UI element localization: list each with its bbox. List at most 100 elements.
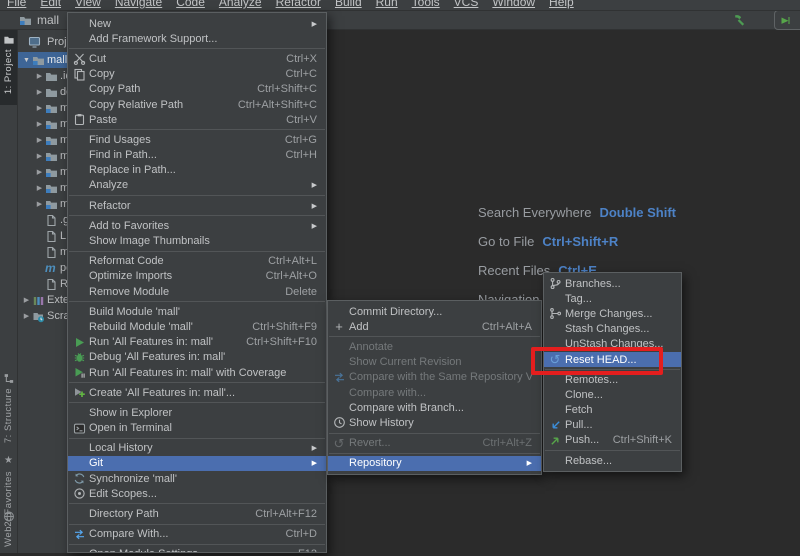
- context-menu-item-run-all-features-in-mall[interactable]: Run 'All Features in: mall'Ctrl+Shift+F1…: [68, 335, 326, 350]
- collapse-arrow-icon[interactable]: ▶: [34, 136, 45, 144]
- context-menu-item-compare-with[interactable]: Compare With...Ctrl+D: [68, 527, 326, 542]
- scopes-icon: [72, 487, 86, 500]
- context-menu-item-open-module-settings[interactable]: Open Module SettingsF12: [68, 547, 326, 553]
- menubar-item-file[interactable]: File: [0, 0, 33, 9]
- context-menu-item-edit-scopes[interactable]: Edit Scopes...: [68, 486, 326, 501]
- create-run-icon: [72, 386, 86, 399]
- menubar-item-run[interactable]: Run: [369, 0, 405, 9]
- hammer-icon: [732, 14, 746, 27]
- context-menu-item-create-all-features-in-mall[interactable]: Create 'All Features in: mall'...: [68, 385, 326, 400]
- collapse-arrow-icon[interactable]: ▶: [21, 312, 32, 320]
- context-menu-item-refactor[interactable]: Refactor▶: [68, 198, 326, 213]
- repo-menu-item-clone[interactable]: Clone...: [544, 387, 681, 402]
- scratch-icon: [32, 310, 47, 323]
- repo-menu-item-stash-changes[interactable]: Stash Changes...: [544, 322, 681, 337]
- context-menu-item-analyze[interactable]: Analyze▶: [68, 178, 326, 193]
- clock-icon: [332, 416, 346, 429]
- context-menu-item-reformat-code[interactable]: Reformat CodeCtrl+Alt+L: [68, 254, 326, 269]
- stripe-project-tab[interactable]: 1: Project: [0, 30, 17, 105]
- context-menu-separator: [69, 195, 325, 196]
- context-menu-item-cut[interactable]: CutCtrl+X: [68, 51, 326, 66]
- collapse-arrow-icon[interactable]: ▶: [34, 88, 45, 96]
- breadcrumb[interactable]: mall: [19, 13, 59, 27]
- context-menu-item-open-in-terminal[interactable]: Open in Terminal: [68, 421, 326, 436]
- context-menu-item-copy-relative-path[interactable]: Copy Relative PathCtrl+Alt+Shift+C: [68, 97, 326, 112]
- repo-menu-item-branches[interactable]: Branches...: [544, 276, 681, 291]
- git-menu-item-repository[interactable]: Repository▶: [328, 456, 541, 471]
- context-menu-item-new[interactable]: New▶: [68, 16, 326, 31]
- stripe-project-label: 1: Project: [3, 49, 14, 94]
- collapse-arrow-icon[interactable]: ▶: [34, 184, 45, 192]
- submenu-arrow-icon: ▶: [298, 202, 317, 210]
- menubar-item-edit[interactable]: Edit: [33, 0, 68, 9]
- module-folder-icon: [45, 134, 60, 147]
- maven-icon: m: [45, 262, 60, 275]
- repo-menu-item-fetch[interactable]: Fetch: [544, 403, 681, 418]
- context-menu-item-debug-all-features-in-mall[interactable]: Debug 'All Features in: mall': [68, 350, 326, 365]
- repo-menu-item-merge-changes[interactable]: Merge Changes...: [544, 306, 681, 321]
- repo-menu-item-push[interactable]: Push...Ctrl+Shift+K: [544, 433, 681, 448]
- menubar-item-help[interactable]: Help: [542, 0, 581, 9]
- collapse-arrow-icon[interactable]: ▶: [34, 152, 45, 160]
- context-menu-separator: [69, 524, 325, 525]
- context-menu-item-optimize-imports[interactable]: Optimize ImportsCtrl+Alt+O: [68, 269, 326, 284]
- repo-menu-item-rebase[interactable]: Rebase...: [544, 453, 681, 468]
- annotation-reset-head: [531, 347, 663, 375]
- context-menu-separator: [69, 382, 325, 383]
- collapse-arrow-icon[interactable]: ▶: [34, 168, 45, 176]
- context-menu-item-add-to-favorites[interactable]: Add to Favorites▶: [68, 218, 326, 233]
- context-menu-item-add-framework-support[interactable]: Add Framework Support...: [68, 31, 326, 46]
- menubar-item-refactor[interactable]: Refactor: [269, 0, 328, 9]
- menubar-item-build[interactable]: Build: [328, 0, 369, 9]
- repo-menu-item-pull[interactable]: Pull...: [544, 418, 681, 433]
- menubar-item-tools[interactable]: Tools: [405, 0, 447, 9]
- context-menu-item-show-in-explorer[interactable]: Show in Explorer: [68, 405, 326, 420]
- collapse-arrow-icon[interactable]: ▶: [34, 120, 45, 128]
- context-menu-item-show-image-thumbnails[interactable]: Show Image Thumbnails: [68, 233, 326, 248]
- git-menu-item-compare-with-branch[interactable]: Compare with Branch...: [328, 400, 541, 415]
- repo-menu-item-tag[interactable]: Tag...: [544, 291, 681, 306]
- stripe-structure-tab[interactable]: 7: Structure: [0, 369, 17, 448]
- context-menu-item-synchronize-mall[interactable]: Synchronize 'mall': [68, 471, 326, 486]
- menubar-item-view[interactable]: View: [68, 0, 108, 9]
- build-button[interactable]: [730, 12, 748, 28]
- context-menu-item-build-module-mall[interactable]: Build Module 'mall': [68, 304, 326, 319]
- context-menu-item-directory-path[interactable]: Directory PathCtrl+Alt+F12: [68, 506, 326, 521]
- context-menu-item-copy[interactable]: CopyCtrl+C: [68, 67, 326, 82]
- file-icon: [45, 230, 60, 243]
- menubar-item-analyze[interactable]: Analyze: [212, 0, 269, 9]
- menubar-item-vcs[interactable]: VCS: [447, 0, 486, 9]
- context-menu-separator: [69, 215, 325, 216]
- context-menu-item-run-all-features-in-mall-with-coverage[interactable]: Run 'All Features in: mall' with Coverag…: [68, 365, 326, 380]
- menubar-item-window[interactable]: Window: [485, 0, 542, 9]
- collapse-arrow-icon[interactable]: ▶: [34, 72, 45, 80]
- git-menu-item-show-current-revision: Show Current Revision: [328, 355, 541, 370]
- collapse-arrow-icon[interactable]: ▶: [21, 296, 32, 304]
- context-menu-item-local-history[interactable]: Local History▶: [68, 441, 326, 456]
- copy-icon: [72, 68, 86, 81]
- run-configuration-widget[interactable]: [774, 10, 800, 30]
- context-menu-item-replace-in-path[interactable]: Replace in Path...: [68, 163, 326, 178]
- git-menu-item-commit-directory[interactable]: Commit Directory...: [328, 304, 541, 319]
- star-icon: ★: [4, 450, 13, 468]
- hint-search-everywhere: Search EverywhereDouble Shift: [478, 205, 676, 222]
- context-menu-item-copy-path[interactable]: Copy PathCtrl+Shift+C: [68, 82, 326, 97]
- git-menu-item-add[interactable]: +AddCtrl+Alt+A: [328, 319, 541, 334]
- context-menu-item-rebuild-module-mall[interactable]: Rebuild Module 'mall'Ctrl+Shift+F9: [68, 319, 326, 334]
- context-menu-item-remove-module[interactable]: Remove ModuleDelete: [68, 284, 326, 299]
- stripe-web-tab[interactable]: Web: [0, 507, 17, 556]
- module-folder-icon: [19, 14, 32, 27]
- context-menu-item-find-usages[interactable]: Find UsagesCtrl+G: [68, 132, 326, 147]
- expand-arrow-icon[interactable]: ▼: [21, 57, 32, 64]
- menubar-item-code[interactable]: Code: [169, 0, 212, 9]
- git-menu-item-show-history[interactable]: Show History: [328, 415, 541, 430]
- collapse-arrow-icon[interactable]: ▶: [34, 104, 45, 112]
- context-menu-item-paste[interactable]: PasteCtrl+V: [68, 112, 326, 127]
- context-menu-separator: [69, 503, 325, 504]
- context-menu-item-git[interactable]: Git▶: [68, 456, 326, 471]
- menubar-item-navigate[interactable]: Navigate: [108, 0, 169, 9]
- context-menu-item-find-in-path[interactable]: Find in Path...Ctrl+H: [68, 148, 326, 163]
- hint-go-to-file: Go to FileCtrl+Shift+R: [478, 234, 618, 251]
- collapse-arrow-icon[interactable]: ▶: [34, 200, 45, 208]
- submenu-arrow-icon: ▶: [298, 459, 317, 467]
